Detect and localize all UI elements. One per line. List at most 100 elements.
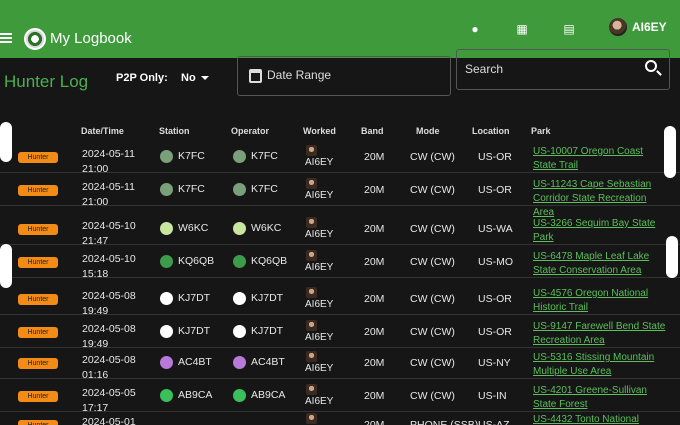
station-icon: [160, 255, 173, 268]
hunter-badge: Hunter: [18, 294, 58, 305]
header-station[interactable]: Station: [159, 126, 190, 136]
worked-avatar-icon: [306, 320, 317, 331]
date-time: 2024-05-11 21:00: [82, 180, 135, 210]
hunter-badge: Hunter: [18, 224, 58, 235]
park-link[interactable]: US-3266 Sequim Bay State Park: [533, 217, 668, 245]
header-worked[interactable]: Worked: [303, 126, 336, 136]
park-link[interactable]: US-4576 Oregon National Historic Trail: [533, 287, 668, 315]
station-callsign[interactable]: AB9CA: [178, 389, 212, 401]
worked-avatar-icon: [306, 145, 317, 156]
redaction-mark: [0, 244, 12, 288]
worked-avatar-icon: [306, 351, 317, 362]
worked-avatar-icon: [306, 178, 317, 189]
station-callsign[interactable]: KJ7DT: [178, 292, 210, 304]
app-logo: [24, 28, 46, 50]
location: US-AZ: [478, 419, 510, 425]
header-mode[interactable]: Mode: [416, 126, 440, 136]
operator-callsign[interactable]: AC4BT: [251, 356, 285, 368]
book-icon[interactable]: ▤: [562, 22, 576, 36]
date-time: 2024-05-08 19:49: [82, 289, 136, 319]
p2p-select[interactable]: No: [181, 72, 196, 84]
operator-callsign[interactable]: KJ7DT: [251, 292, 283, 304]
worked-callsign: AI6EY: [305, 363, 334, 374]
operator-callsign[interactable]: W6KC: [251, 222, 281, 234]
station-callsign[interactable]: K7FC: [178, 150, 205, 162]
table-row[interactable]: Hunter 2024-05-10 21:47 W6KC W6KC AI6EY 20M CW …: [0, 214, 680, 247]
date: 2024-05-01: [82, 416, 136, 425]
app-title: My Logbook: [50, 30, 132, 47]
worked-avatar-icon: [306, 413, 317, 424]
date: 2024-05-10: [82, 220, 136, 232]
park-link[interactable]: US-6478 Maple Leaf Lake State Conservati…: [533, 250, 668, 278]
search-icon[interactable]: [645, 60, 657, 72]
date-time: 2024-05-01: [82, 415, 136, 425]
table-row[interactable]: Hunter 2024-05-05 17:17 AB9CA AB9CA AI6EY 20M C…: [0, 381, 680, 414]
worked-avatar-icon: [306, 250, 317, 261]
table-row[interactable]: Hunter 2024-05-10 15:18 KQ6QB KQ6QB AI6EY 20M C…: [0, 247, 680, 280]
mode: CW (CW): [410, 256, 455, 268]
header-date-time[interactable]: Date/Time: [81, 126, 124, 136]
menu-icon[interactable]: [0, 33, 12, 43]
table-row[interactable]: Hunter 2024-05-01 20M PHONE (SSB)US-AZ US-44…: [0, 410, 680, 425]
station-callsign[interactable]: K7FC: [178, 183, 205, 195]
station-callsign[interactable]: KQ6QB: [178, 255, 214, 267]
date: 2024-05-08: [82, 354, 136, 366]
operator-callsign[interactable]: K7FC: [251, 183, 278, 195]
user-avatar[interactable]: [609, 18, 627, 36]
date-time: 2024-05-10 15:18: [82, 252, 136, 282]
user-name[interactable]: AI6EY: [632, 20, 667, 34]
station-callsign[interactable]: AC4BT: [178, 356, 212, 368]
mode: CW (CW): [410, 357, 455, 369]
station-icon: [160, 222, 173, 235]
operator-callsign[interactable]: KJ7DT: [251, 325, 283, 337]
operator-icon: [233, 150, 246, 163]
operator-icon: [233, 255, 246, 268]
station-icon: [160, 150, 173, 163]
date: 2024-05-11: [82, 148, 135, 160]
operator-callsign[interactable]: K7FC: [251, 150, 278, 162]
mode: CW (CW): [410, 326, 455, 338]
hunter-badge: Hunter: [18, 420, 58, 425]
header-location[interactable]: Location: [472, 126, 510, 136]
park-link[interactable]: US-4201 Greene-Sullivan State Forest: [533, 384, 668, 412]
park-link[interactable]: US-4432 Tonto National Forest: [533, 413, 668, 425]
park-link[interactable]: US-10007 Oregon Coast State Trail: [533, 145, 668, 173]
band: 20M: [364, 293, 385, 305]
station-callsign[interactable]: W6KC: [178, 222, 208, 234]
table-row[interactable]: Hunter 2024-05-08 19:49 KJ7DT KJ7DT AI6EY 20M C…: [0, 284, 680, 317]
band: 20M: [364, 390, 385, 402]
time: 19:49: [82, 305, 109, 317]
time: 21:00: [82, 196, 109, 208]
table-row[interactable]: Hunter 2024-05-11 21:00 K7FC K7FC AI6EY 20M CW …: [0, 142, 680, 175]
chevron-down-icon[interactable]: [201, 76, 209, 80]
search-field[interactable]: Search: [456, 49, 670, 90]
header-band[interactable]: Band: [361, 126, 384, 136]
mode: PHONE (SSB): [410, 419, 479, 425]
band: 20M: [364, 184, 385, 196]
band: 20M: [364, 151, 385, 163]
header-park[interactable]: Park: [531, 126, 551, 136]
location: US-OR: [478, 184, 512, 196]
header-operator[interactable]: Operator: [231, 126, 269, 136]
mode: CW (CW): [410, 223, 455, 235]
station-callsign[interactable]: KJ7DT: [178, 325, 210, 337]
hunter-badge: Hunter: [18, 358, 58, 369]
table-row[interactable]: Hunter 2024-05-11 21:00 K7FC K7FC AI6EY 20M CW …: [0, 175, 680, 218]
park-link[interactable]: US-5316 Stissing Mountain Multiple Use A…: [533, 351, 668, 379]
park-link[interactable]: US-9147 Farewell Bend State Recreation A…: [533, 320, 668, 348]
mode: CW (CW): [410, 184, 455, 196]
table-row[interactable]: Hunter 2024-05-08 01:16 AC4BT AC4BT AI6EY 20M C…: [0, 348, 680, 381]
table-row[interactable]: Hunter 2024-05-08 19:49 KJ7DT KJ7DT AI6EY 20M C…: [0, 317, 680, 350]
worked-callsign: AI6EY: [305, 229, 334, 240]
station-icon: [160, 389, 173, 402]
operator-icon: [233, 325, 246, 338]
date: 2024-05-11: [82, 181, 135, 193]
worked-callsign: AI6EY: [305, 262, 334, 273]
date-range-field[interactable]: Date Range: [237, 56, 451, 96]
operator-callsign[interactable]: AB9CA: [251, 389, 285, 401]
location-pin-icon[interactable]: ●: [468, 22, 482, 36]
operator-callsign[interactable]: KQ6QB: [251, 255, 287, 267]
operator-icon: [233, 292, 246, 305]
location: US-MO: [478, 256, 513, 268]
calendar-icon[interactable]: ▦: [515, 22, 529, 36]
